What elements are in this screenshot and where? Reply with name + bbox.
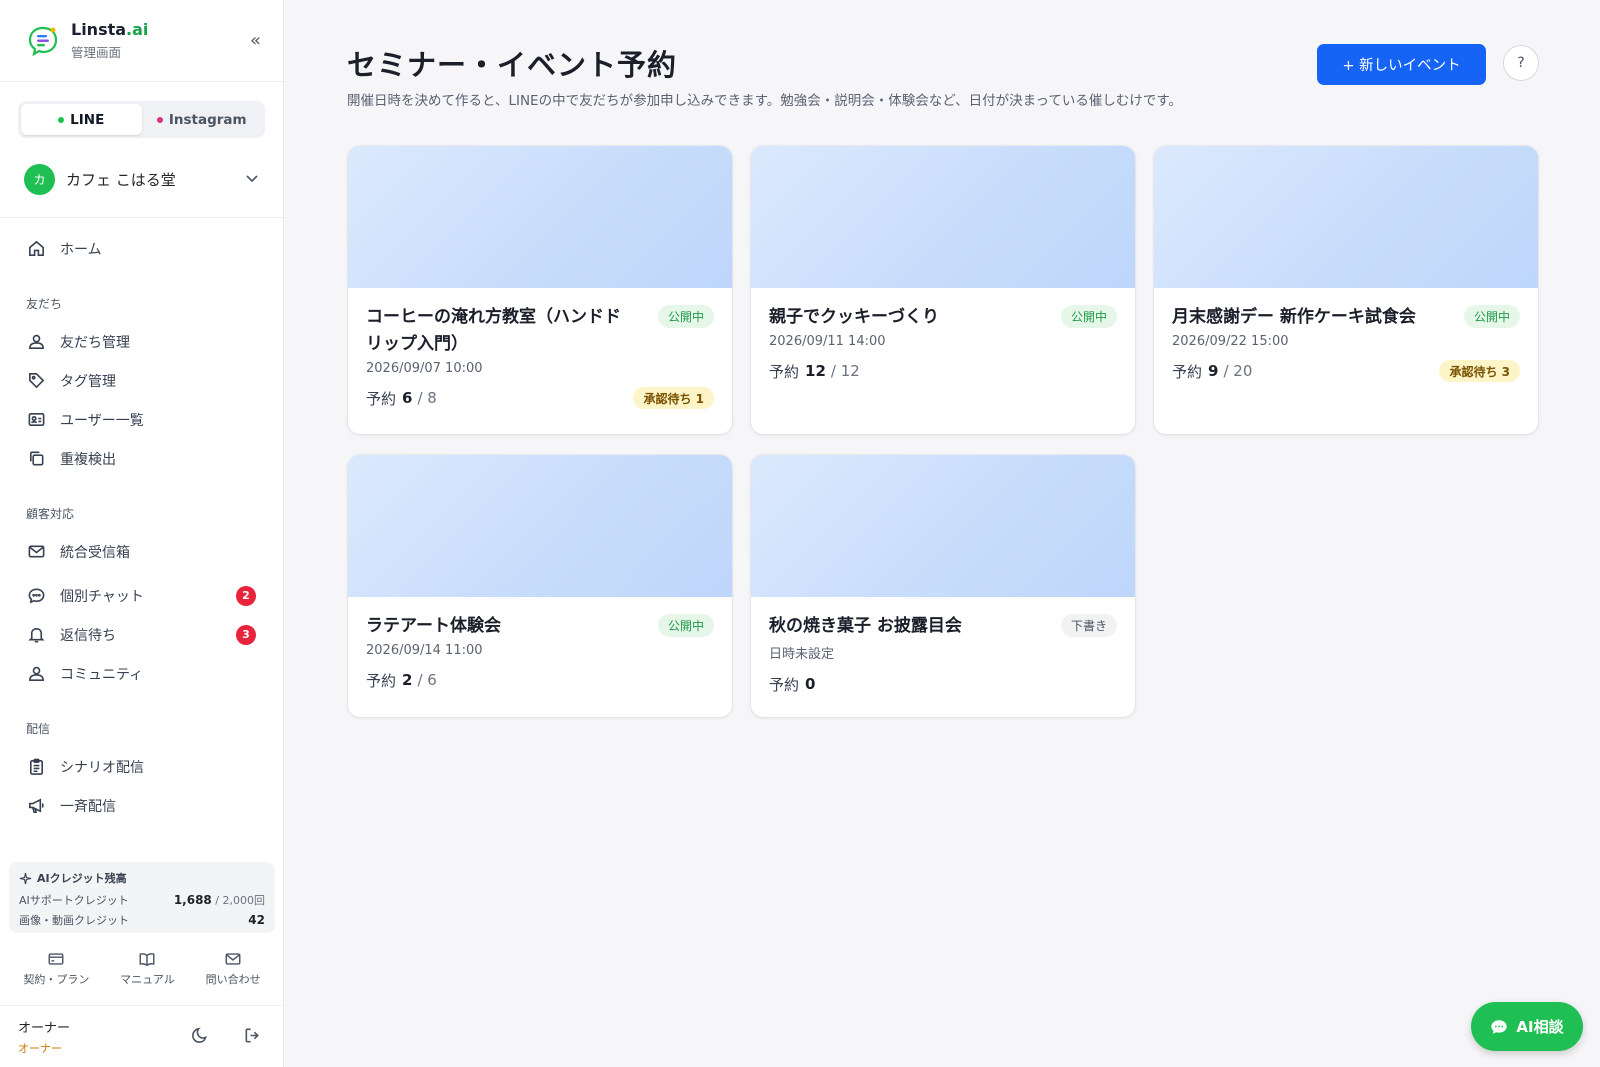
- users-icon: [26, 332, 46, 352]
- brand-subtitle: 管理画面: [71, 45, 122, 60]
- bell-icon: [26, 625, 46, 645]
- tag-icon: [26, 371, 46, 391]
- logout-icon[interactable]: [243, 1026, 262, 1045]
- home-icon: [26, 239, 46, 259]
- event-card[interactable]: 月末感謝デー 新作ケーキ試食会 公開中 2026/09/22 15:00 予約 9…: [1154, 146, 1538, 434]
- chevron-down-icon: [245, 171, 259, 189]
- status-badge: 公開中: [1463, 305, 1520, 328]
- support-credit-row: AIサポートクレジット 1,688 / 2,000回: [19, 893, 265, 907]
- card-icon: [48, 953, 64, 965]
- status-badge: 公開中: [657, 614, 714, 637]
- sidebar-item-home[interactable]: ホーム: [0, 229, 283, 268]
- page-description: 開催日時を決めて作ると、LINEの中で友だちが参加申し込みできます。勉強会・説明…: [347, 93, 1182, 109]
- chat-unread-badge: 2: [236, 585, 256, 606]
- brand-logo-icon: [28, 26, 58, 56]
- moon-icon[interactable]: [190, 1026, 209, 1045]
- channel-instagram-tab[interactable]: Instagram: [142, 104, 263, 135]
- book-icon: [139, 953, 155, 967]
- manual-link[interactable]: マニュアル: [120, 950, 175, 987]
- event-card[interactable]: コーヒーの淹れ方教室（ハンドドリップ入門） 公開中 2026/09/07 10:…: [348, 146, 732, 434]
- event-cover-image: [751, 455, 1135, 597]
- owner-panel: オーナー オーナー: [0, 1005, 284, 1067]
- sparkle-icon: [19, 872, 32, 884]
- instagram-dot-icon: [156, 116, 163, 123]
- event-cover-image: [751, 146, 1135, 288]
- sidebar-item-community[interactable]: コミュニティ: [0, 654, 283, 693]
- copy-icon: [26, 449, 46, 469]
- sidebar-item-friends[interactable]: 友だち管理: [0, 322, 283, 361]
- sidebar-item-scenario[interactable]: シナリオ配信: [0, 747, 283, 786]
- status-badge: 下書き: [1060, 614, 1117, 637]
- event-date: 2026/09/07 10:00: [366, 361, 483, 376]
- event-card[interactable]: 親子でクッキーづくり 公開中 2026/09/11 14:00 予約 12 / 1…: [751, 146, 1135, 434]
- ai-consult-button[interactable]: AI相談: [1471, 1002, 1583, 1051]
- chat-bubble-icon: [26, 586, 46, 606]
- clipboard-icon: [26, 757, 46, 777]
- reservation-count: 予約 12 / 12: [769, 362, 860, 381]
- reservation-count: 予約 9 / 20 承認待ち 3: [1172, 359, 1520, 383]
- megaphone-icon: [26, 796, 46, 816]
- nav-section-friends: 友だち: [26, 297, 63, 311]
- sidebar-item-chat[interactable]: 個別チャット 2: [0, 576, 283, 615]
- event-date: 2026/09/14 11:00: [366, 643, 483, 658]
- ai-credits-panel: AIクレジット残高 AIサポートクレジット 1,688 / 2,000回 画像・…: [9, 862, 275, 933]
- sidebar-item-inbox[interactable]: 統合受信箱: [0, 532, 283, 571]
- event-cover-image: [348, 146, 732, 288]
- reservation-count: 予約 6 / 8 承認待ち 1: [366, 386, 714, 410]
- event-card[interactable]: 秋の焼き菓子 お披露目会 下書き 日時未設定 予約 0: [751, 455, 1135, 717]
- sidebar-nav: ホーム 友だち 友だち管理 タグ管理 ユーザー一覧 重複検出 顧客対応 統合受信…: [0, 224, 283, 850]
- sidebar-item-duplicates[interactable]: 重複検出: [0, 439, 283, 478]
- main-content: セミナー・イベント予約 開催日時を決めて作ると、LINEの中で友だちが参加申し込…: [285, 0, 1600, 1067]
- status-badge: 公開中: [657, 305, 714, 328]
- nav-section-support: 顧客対応: [26, 507, 75, 521]
- mail-icon: [225, 953, 241, 965]
- channel-toggle: LINE Instagram: [18, 101, 265, 138]
- mail-icon: [26, 542, 46, 562]
- chat-bubble-icon: [1491, 1019, 1508, 1034]
- status-badge: 公開中: [1060, 305, 1117, 328]
- reservation-count: 予約 0: [769, 675, 816, 694]
- event-date: 2026/09/11 14:00: [769, 334, 886, 349]
- sidebar-item-broadcast[interactable]: 一斉配信: [0, 786, 283, 825]
- contact-link[interactable]: 問い合わせ: [206, 950, 261, 987]
- help-button[interactable]: ?: [1503, 45, 1539, 81]
- sidebar-item-users[interactable]: ユーザー一覧: [0, 400, 283, 439]
- event-cover-image: [348, 455, 732, 597]
- community-icon: [26, 664, 46, 684]
- sidebar-item-waiting[interactable]: 返信待ち 3: [0, 615, 283, 654]
- id-card-icon: [26, 410, 46, 430]
- owner-actions: [190, 1026, 262, 1045]
- pending-approval-badge: 承認待ち 3: [1439, 360, 1520, 382]
- brand-header: Linsta.ai 管理画面 «: [0, 0, 283, 82]
- account-name: カフェ こはる堂: [66, 171, 176, 189]
- new-event-button[interactable]: + 新しいイベント: [1317, 44, 1486, 85]
- plan-link[interactable]: 契約・プラン: [23, 950, 89, 987]
- line-dot-icon: [58, 116, 65, 123]
- channel-line-tab[interactable]: LINE: [21, 104, 142, 135]
- sidebar: Linsta.ai 管理画面 « LINE Instagram カ カフェ こは…: [0, 0, 284, 1067]
- waiting-badge: 3: [236, 624, 256, 645]
- sidebar-item-tags[interactable]: タグ管理: [0, 361, 283, 400]
- page-title: セミナー・イベント予約: [347, 48, 678, 82]
- brand-name: Linsta.ai: [71, 20, 149, 39]
- account-switcher[interactable]: カ カフェ こはる堂: [0, 146, 283, 218]
- event-cover-image: [1154, 146, 1538, 288]
- reservation-count: 予約 2 / 6: [366, 671, 437, 690]
- event-date: 日時未設定: [769, 647, 835, 662]
- event-card[interactable]: ラテアート体験会 公開中 2026/09/14 11:00 予約 2 / 6: [348, 455, 732, 717]
- credits-title: AIクレジット残高: [19, 870, 265, 886]
- account-avatar: カ: [24, 164, 55, 195]
- collapse-sidebar-icon[interactable]: «: [250, 30, 261, 51]
- media-credit-row: 画像・動画クレジット 42: [19, 913, 265, 927]
- pending-approval-badge: 承認待ち 1: [633, 387, 714, 409]
- sidebar-bottom-links: 契約・プラン マニュアル 問い合わせ: [0, 950, 284, 987]
- event-date: 2026/09/22 15:00: [1172, 334, 1289, 349]
- nav-section-delivery: 配信: [26, 722, 51, 736]
